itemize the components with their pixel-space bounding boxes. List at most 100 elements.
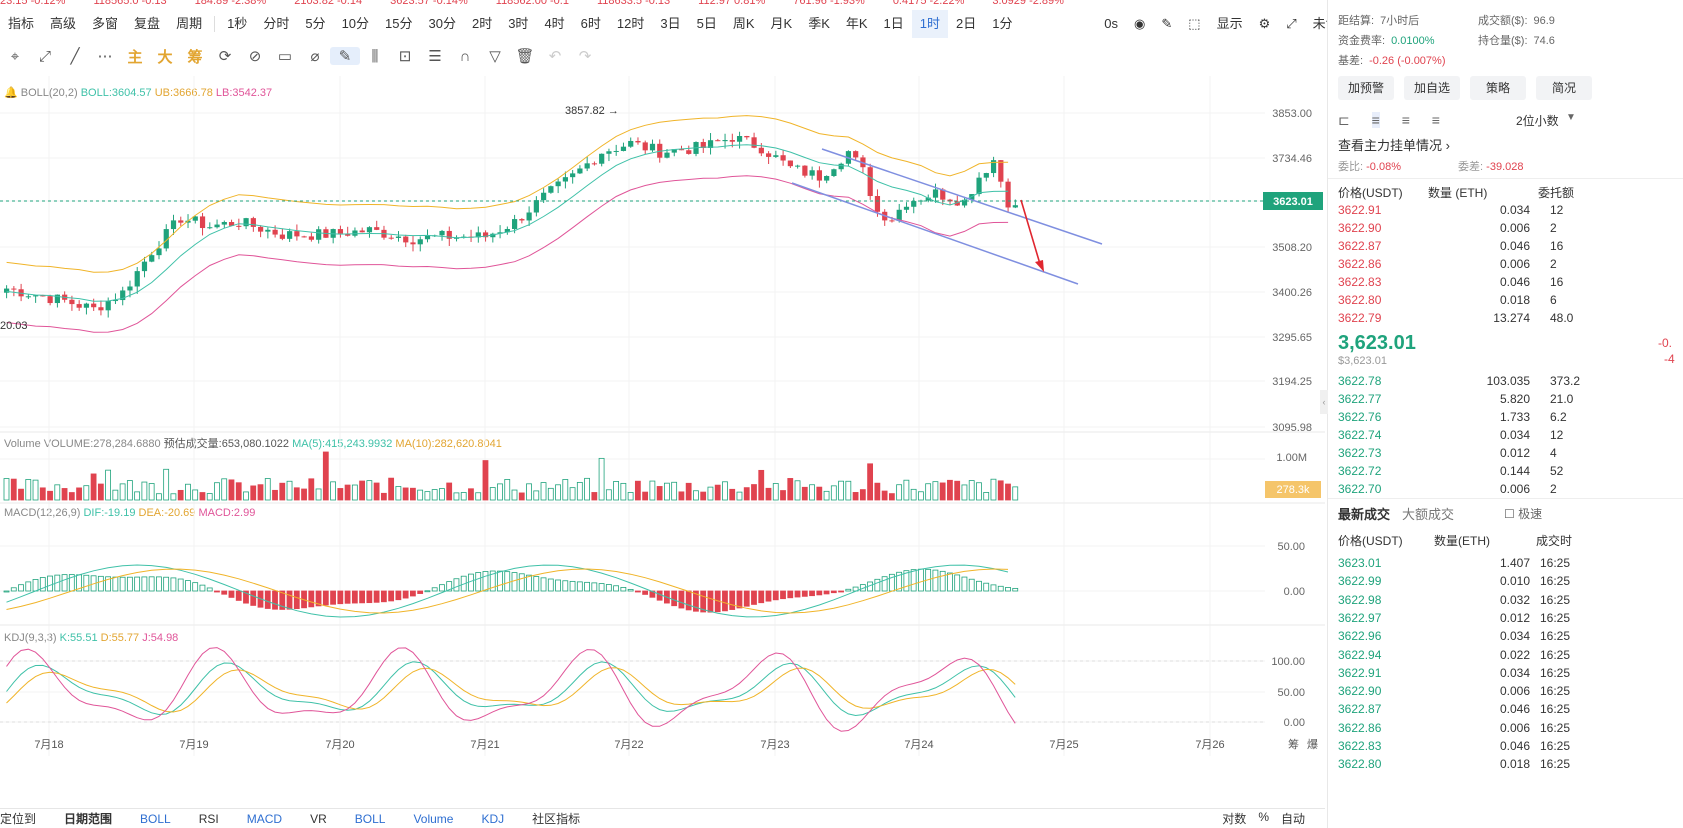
trade-tab-1[interactable]: 大额成交 [1402,504,1454,523]
crosshair-icon[interactable]: ⌖ [0,48,30,65]
decimals-select[interactable]: 2位小数 [1516,112,1559,129]
layout-icon[interactable]: ⫼ [360,48,390,65]
undo-icon[interactable]: ↶ [540,47,570,65]
book-row[interactable]: 3622.83 0.046 16 [1338,275,1683,293]
bottom-item-7[interactable]: Volume [413,812,453,826]
book-row[interactable]: 3622.76 1.733 6.2 [1338,410,1683,428]
bottom-item-0[interactable]: 定位到 [0,810,36,827]
camera-icon[interactable]: ◉ [1126,10,1153,38]
book-row[interactable]: 3622.87 0.046 16 [1338,239,1683,257]
book-row[interactable]: 3622.77 5.820 21.0 [1338,392,1683,410]
toolbar-item-19[interactable]: 月K [763,10,801,38]
book-row[interactable]: 3622.86 0.006 2 [1338,257,1683,275]
pen-icon[interactable]: ✎ [1153,10,1180,38]
book-row[interactable]: 3622.72 0.144 52 [1338,464,1683,482]
action-button-3[interactable]: 简况 [1536,76,1592,100]
ticker-item[interactable]: 23.15 -0.12% [0,0,65,7]
trend-line-upper[interactable] [821,148,1103,245]
action-button-0[interactable]: 加预警 [1338,76,1394,100]
expand-icon[interactable]: ⤢ [1278,10,1304,38]
toolbar-item-12[interactable]: 3时 [500,10,536,38]
bottom-right-1[interactable]: % [1258,810,1269,827]
book-row[interactable]: 3622.79 13.274 48.0 [1338,311,1683,329]
collapse-handle[interactable]: ‹ [1320,390,1328,414]
brush-icon[interactable]: ✎ [330,47,360,65]
toolbar-item-1[interactable]: 高级 [42,10,84,38]
lock-icon[interactable]: ⊡ [390,47,420,65]
book-bids-icon[interactable]: ≡ [1371,112,1380,128]
filter-icon[interactable]: ▽ [480,47,510,65]
axis-extra-chip[interactable]: 筹 [1288,737,1299,751]
bottom-item-9[interactable]: 社区指标 [532,810,580,827]
toolbar-item-21[interactable]: 年K [838,10,876,38]
bottom-item-3[interactable]: RSI [199,812,219,826]
forecast-arrow[interactable] [1020,199,1041,265]
book-list-icon[interactable]: ≡ [1432,112,1440,128]
ticker-item[interactable]: 184.89 -2.38% [195,0,267,7]
toolbar-item-9[interactable]: 15分 [377,10,420,38]
ticker-item[interactable]: 761.96 -1.93% [793,0,865,7]
action-button-1[interactable]: 加自选 [1404,76,1460,100]
bottom-item-4[interactable]: MACD [247,812,282,826]
toolbar-item-0[interactable]: 指标 [0,10,42,38]
ticker-item[interactable]: 112.97 0.81% [698,0,765,7]
bottom-item-5[interactable]: VR [310,812,327,826]
bottom-item-2[interactable]: BOLL [140,812,171,826]
toolbar-item-6[interactable]: 分时 [255,10,297,38]
book-row[interactable]: 3622.90 0.006 2 [1338,221,1683,239]
book-row[interactable]: 3622.80 0.018 6 [1338,293,1683,311]
toolbar-item-16[interactable]: 3日 [652,10,688,38]
redo-icon[interactable]: ↷ [570,47,600,65]
toolbar-item-11[interactable]: 2时 [464,10,500,38]
toolbar-item-10[interactable]: 30分 [421,10,464,38]
book-row[interactable]: 3622.74 0.034 12 [1338,428,1683,446]
toolbar-item-8[interactable]: 10分 [334,10,377,38]
ticker-item[interactable]: 3.0929 -2.89% [992,0,1064,7]
toolbar-item-18[interactable]: 周K [725,10,763,38]
bottom-item-6[interactable]: BOLL [355,812,386,826]
toolbar-item-20[interactable]: 季K [800,10,838,38]
toolbar-item-23[interactable]: 1时 [911,10,948,38]
bottom-item-1[interactable]: 日期范围 [64,810,112,827]
toolbar-item-25[interactable]: 1分 [984,10,1020,38]
ruler-icon[interactable]: ⌀ [300,47,330,65]
ticker-item[interactable]: 118633.5 -0.13 [597,0,670,7]
axis-extra-burst[interactable]: 爆 [1307,737,1318,751]
toolbar-item-14[interactable]: 6时 [573,10,609,38]
trend-line-lower[interactable] [791,182,1079,285]
ticker-item[interactable]: 118565.0 -0.13 [93,0,166,7]
magnet-icon[interactable]: ∩ [450,48,480,65]
toolbar-item-17[interactable]: 5日 [689,10,725,38]
edit-icon[interactable]: ☰ [420,47,450,65]
rect-select-icon[interactable]: ▭ [270,47,300,65]
ticker-item[interactable]: 0.4175 -2.22% [893,0,965,7]
bottom-right-0[interactable]: 对数 [1222,810,1246,827]
multi-line-icon[interactable]: ⤢ [30,48,60,65]
bottom-item-8[interactable]: KDJ [481,812,504,826]
ticker-item[interactable]: 118562.00 -0.1 [496,0,569,7]
toolbar-item-22[interactable]: 1日 [876,10,912,38]
main-orders-link[interactable]: 查看主力挂单情况 › [1338,135,1450,154]
fullscreen-frame-icon[interactable]: ⬚ [1180,10,1208,38]
ticker-item[interactable]: 3623.57 -0.14% [390,0,468,7]
ticker-item[interactable]: 2103.82 -0.14 [294,0,362,7]
measure-icon[interactable]: ⊘ [240,47,270,65]
trash-icon[interactable]: 🗑 [510,47,540,65]
toolbar-item-2[interactable]: 多窗 [84,10,126,38]
bottom-right-2[interactable]: 自动 [1281,810,1305,827]
candlestick-chart[interactable]: 3853.00 3734.46 3623.01 3508.20 3400.26 3295.… [0,76,1325,804]
display-button[interactable]: 显示 [1209,10,1251,38]
book-row[interactable]: 3622.78 103.035 373.2 [1338,374,1683,392]
toolbar-item-5[interactable]: 1秒 [219,10,255,38]
fast-mode-toggle[interactable]: ☐ 极速 [1504,505,1542,522]
toolbar-item-7[interactable]: 5分 [297,10,333,38]
book-row[interactable]: 3622.91 0.034 12 [1338,203,1683,221]
action-button-2[interactable]: 策略 [1470,76,1526,100]
toolbar-item-15[interactable]: 12时 [609,10,652,38]
chip-toggle[interactable]: 筹 [180,46,210,67]
toolbar-item-24[interactable]: 2日 [948,10,984,38]
main-chart-toggle[interactable]: 主 [120,46,150,67]
trade-tab-0[interactable]: 最新成交 [1338,504,1390,523]
line-icon[interactable]: ╱ [60,47,90,65]
book-row[interactable]: 3622.73 0.012 4 [1338,446,1683,464]
